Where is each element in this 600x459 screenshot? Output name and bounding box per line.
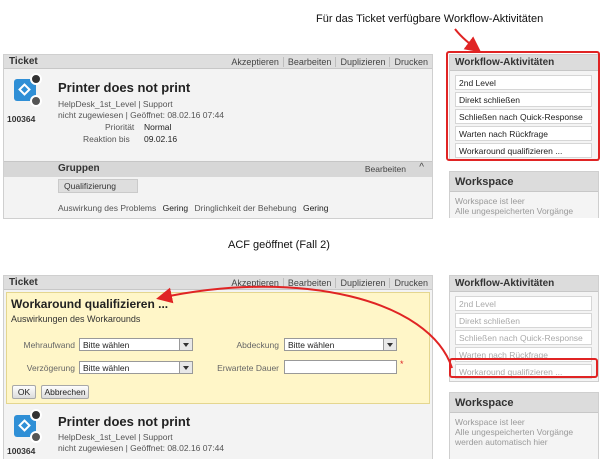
- urgency-label: Dringlichkeit der Behebung: [194, 203, 297, 213]
- workflow-item-2nd-level-bottom: 2nd Level: [455, 296, 592, 311]
- caption-acf-opened: ACF geöffnet (Fall 2): [228, 239, 330, 251]
- ticket-toolbar: Akzeptieren Bearbeiten Duplizieren Druck…: [227, 55, 432, 69]
- effort-label: Mehraufwand: [23, 340, 75, 350]
- workspace-auto-text-bottom: werden automatisch hier: [455, 437, 548, 447]
- ticket-title-bottom: Printer does not print: [58, 414, 191, 429]
- effort-select[interactable]: Bitte wählen: [79, 338, 193, 351]
- impact-label: Auswirkung des Problems: [58, 203, 157, 213]
- groups-title: Gruppen: [58, 163, 100, 174]
- ticket-type-icon-bottom: [14, 409, 42, 443]
- ticket-toolbar-bottom: Akzeptieren Bearbeiten Duplizieren Druck…: [227, 276, 432, 290]
- edit-button-bottom[interactable]: Bearbeiten: [282, 278, 336, 288]
- ok-button[interactable]: OK: [12, 385, 36, 399]
- workspace-title-bottom: Workspace: [450, 393, 598, 413]
- coverage-select[interactable]: Bitte wählen: [284, 338, 397, 351]
- reaction-value: 09.02.16: [144, 134, 178, 144]
- coverage-select-value: Bitte wählen: [288, 340, 335, 350]
- workflow-item-close-quick-response-bottom: Schließen nach Quick-Response: [455, 330, 592, 345]
- acf-form: Workaround qualifizieren ... Auswirkunge…: [6, 292, 430, 404]
- print-button-bottom[interactable]: Drucken: [389, 278, 432, 288]
- ticket-status-line-bottom: nicht zugewiesen | Geöffnet: 08.02.16 07…: [58, 443, 225, 453]
- chevron-down-icon: [179, 362, 192, 373]
- groups-edit-button[interactable]: Bearbeiten: [365, 164, 406, 174]
- ticket-panel-header: Ticket Akzeptieren Bearbeiten Dupliziere…: [4, 55, 432, 69]
- workspace-unsaved-text-bottom: Alle ungespeicherten Vorgänge: [455, 427, 574, 437]
- ticket-title: Printer does not print: [58, 80, 191, 95]
- workspace-empty-text-bottom: Workspace ist leer: [455, 417, 525, 427]
- duration-input[interactable]: [284, 360, 397, 374]
- ticket-panel-header-bottom: Ticket Akzeptieren Bearbeiten Dupliziere…: [4, 276, 432, 290]
- ticket-type-icon: [14, 73, 42, 107]
- ticket-group-line-bottom: HelpDesk_1st_Level | Support: [58, 432, 173, 442]
- print-button[interactable]: Drucken: [389, 57, 432, 67]
- highlight-workflow-box: [446, 51, 600, 161]
- acf-subtitle: Auswirkungen des Workarounds: [11, 314, 141, 324]
- groups-header: Gruppen Bearbeiten ^: [4, 161, 432, 177]
- impact-value: Gering: [162, 203, 189, 213]
- chevron-down-icon: [383, 339, 396, 350]
- ticket-panel-bottom: Ticket Akzeptieren Bearbeiten Dupliziere…: [3, 275, 433, 459]
- workflow-panel-title-bottom: Workflow-Aktivitäten: [450, 276, 598, 292]
- collapse-chevron-icon[interactable]: ^: [419, 162, 424, 173]
- accept-button-bottom[interactable]: Akzeptieren: [227, 278, 283, 288]
- duplicate-button[interactable]: Duplizieren: [335, 57, 389, 67]
- workspace-empty-text: Workspace ist leer: [455, 196, 525, 206]
- priority-value: Normal: [144, 122, 172, 132]
- caption-workflow-activities: Für das Ticket verfügbare Workflow-Aktiv…: [316, 13, 544, 25]
- chevron-down-icon: [179, 339, 192, 350]
- highlight-selected-activity: [449, 358, 598, 378]
- arrow-caption-to-workflow: [454, 28, 482, 53]
- workspace-panel-bottom: Workspace Workspace ist leer Alle ungesp…: [449, 392, 599, 459]
- ticket-group-line: HelpDesk_1st_Level | Support: [58, 99, 173, 109]
- duration-label: Erwartete Dauer: [217, 363, 279, 373]
- ticket-status-line: nicht zugewiesen | Geöffnet: 08.02.16 07…: [58, 110, 225, 120]
- ticket-panel-title-bottom: Ticket: [9, 277, 38, 288]
- coverage-label: Abdeckung: [236, 340, 279, 350]
- ticket-panel-title: Ticket: [9, 56, 38, 67]
- priority-label: Priorität: [105, 122, 135, 132]
- workspace-title: Workspace: [450, 172, 598, 192]
- duplicate-button-bottom[interactable]: Duplizieren: [335, 278, 389, 288]
- reaction-label: Reaktion bis: [83, 134, 130, 144]
- effort-select-value: Bitte wählen: [83, 340, 130, 350]
- cancel-button[interactable]: Abbrechen: [41, 385, 89, 399]
- group-tag-qualification[interactable]: Qualifizierung: [58, 179, 138, 193]
- ticket-id: 100364: [7, 114, 36, 124]
- delay-label: Verzögerung: [26, 363, 75, 373]
- ticket-panel-top: Ticket Akzeptieren Bearbeiten Dupliziere…: [3, 54, 433, 219]
- acf-title: Workaround qualifizieren ...: [11, 297, 169, 311]
- edit-button[interactable]: Bearbeiten: [282, 57, 336, 67]
- required-mark: *: [400, 359, 404, 369]
- delay-select-value: Bitte wählen: [83, 363, 130, 373]
- workspace-panel-top: Workspace Workspace ist leer Alle ungesp…: [449, 171, 599, 218]
- accept-button[interactable]: Akzeptieren: [227, 57, 283, 67]
- workflow-item-close-directly-bottom: Direkt schließen: [455, 313, 592, 328]
- urgency-value: Gering: [302, 203, 329, 213]
- workspace-unsaved-text: Alle ungespeicherten Vorgänge: [455, 206, 574, 216]
- ticket-id-bottom: 100364: [7, 446, 36, 456]
- impact-row: Auswirkung des Problems Gering Dringlich…: [58, 203, 328, 213]
- delay-select[interactable]: Bitte wählen: [79, 361, 193, 374]
